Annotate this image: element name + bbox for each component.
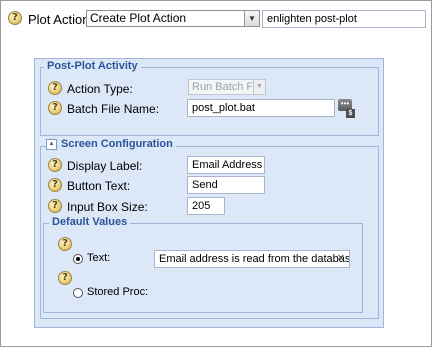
text-radio[interactable] — [73, 254, 83, 264]
default-values-legend: Default Values — [49, 216, 131, 228]
help-icon[interactable]: ? — [48, 178, 62, 192]
clear-icon[interactable]: ✕ — [337, 251, 345, 267]
help-icon[interactable]: ? — [58, 271, 72, 285]
chevron-down-icon[interactable]: ▼ — [253, 80, 265, 94]
help-icon[interactable]: ? — [58, 237, 72, 251]
stored-proc-radio[interactable] — [73, 288, 83, 298]
browse-badge: $ — [346, 109, 355, 118]
button-text-label: Button Text: — [67, 179, 131, 193]
action-type-value: Run Batch File — [192, 81, 252, 93]
action-type-select[interactable]: Run Batch File ▼ — [188, 79, 266, 95]
text-radio-label: Text: — [87, 252, 111, 264]
dialog-frame: ? Plot Action: Create Plot Action ▼ enli… — [0, 0, 432, 347]
default-values-group — [43, 223, 363, 313]
input-box-size-input[interactable]: 205 — [187, 197, 225, 215]
chevron-down-icon[interactable]: ▼ — [244, 11, 259, 26]
batch-file-name-input[interactable]: post_plot.bat — [187, 99, 335, 117]
help-icon[interactable]: ? — [48, 101, 62, 115]
input-box-size-label: Input Box Size: — [67, 200, 148, 214]
display-label-input[interactable]: Email Address — [187, 156, 265, 174]
screen-configuration-legend: Screen Configuration — [58, 138, 176, 150]
display-label-label: Display Label: — [67, 159, 143, 173]
post-plot-activity-legend: Post-Plot Activity — [44, 60, 141, 72]
help-icon[interactable]: ? — [48, 81, 62, 95]
plot-action-select[interactable]: Create Plot Action ▼ — [86, 10, 260, 27]
help-icon[interactable]: ? — [48, 199, 62, 213]
default-text-value: Email address is read from the database — [159, 253, 350, 265]
default-text-input[interactable]: Email address is read from the database … — [154, 250, 350, 268]
action-type-label: Action Type: — [67, 82, 133, 96]
plot-action-name-input[interactable]: enlighten post-plot — [262, 10, 426, 28]
stored-proc-radio-label: Stored Proc: — [87, 286, 149, 298]
collapse-up-icon[interactable]: ▲ — [46, 139, 57, 150]
plot-action-label: Plot Action: — [28, 12, 94, 27]
plot-action-value: Create Plot Action — [90, 11, 187, 25]
browse-icon[interactable]: ••• $ — [338, 99, 356, 118]
batch-file-name-label: Batch File Name: — [67, 102, 160, 116]
help-icon[interactable]: ? — [8, 11, 22, 25]
button-text-input[interactable]: Send — [187, 176, 265, 194]
help-icon[interactable]: ? — [48, 158, 62, 172]
